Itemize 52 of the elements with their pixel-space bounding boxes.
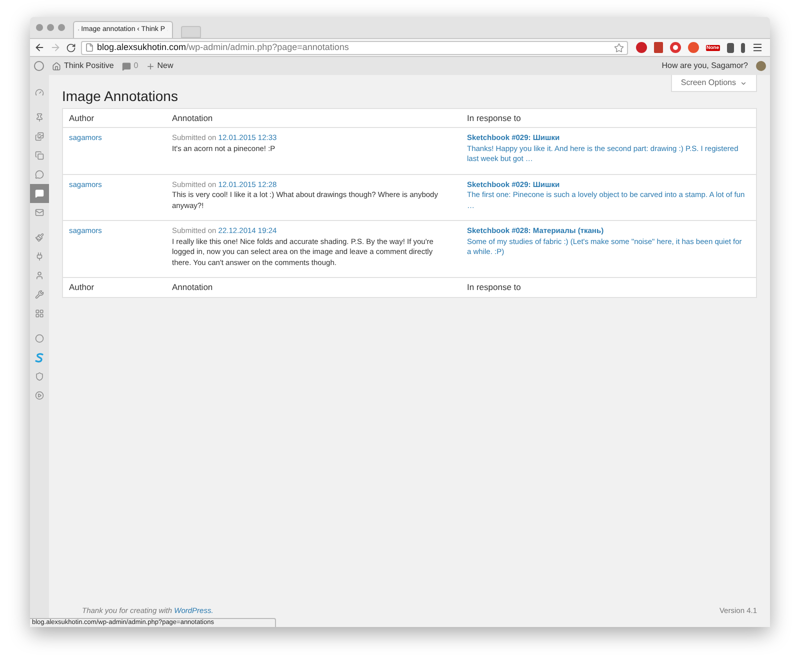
circle-icon bbox=[35, 334, 44, 343]
close-window-icon[interactable] bbox=[36, 24, 43, 31]
puzzle-extension-icon[interactable] bbox=[727, 42, 734, 52]
home-icon bbox=[52, 62, 61, 70]
greeting-link[interactable]: How are you, Sagamor? bbox=[662, 60, 748, 72]
grid-icon bbox=[35, 309, 44, 318]
column-header[interactable]: Annotation bbox=[163, 112, 458, 124]
s-logo-icon bbox=[35, 352, 44, 362]
note-extension-icon[interactable] bbox=[741, 42, 745, 52]
comments-link[interactable]: 0 bbox=[122, 60, 138, 72]
site-link[interactable]: Think Positive bbox=[52, 60, 114, 72]
brush-icon bbox=[35, 233, 44, 242]
column-header[interactable]: Author bbox=[63, 112, 163, 124]
sidebar-item[interactable] bbox=[30, 184, 49, 203]
wordpress-logo-icon[interactable] bbox=[34, 61, 44, 71]
new-link[interactable]: New bbox=[146, 60, 174, 72]
book-extension-icon[interactable] bbox=[654, 42, 662, 53]
page-icon bbox=[85, 43, 94, 52]
comment-icon bbox=[35, 170, 44, 179]
column-header[interactable]: In response to bbox=[458, 282, 756, 293]
plus-icon bbox=[146, 62, 156, 70]
screen-options-button[interactable]: Screen Options bbox=[670, 75, 757, 92]
ring-extension-icon[interactable] bbox=[670, 42, 680, 53]
column-header[interactable]: In response to bbox=[458, 112, 756, 124]
shield-icon bbox=[35, 372, 44, 381]
address-field[interactable]: blog.alexsukhotin.com/wp-admin/admin.php?page=annotations bbox=[81, 40, 628, 54]
comment-bubble-icon bbox=[122, 62, 131, 70]
avatar-icon[interactable] bbox=[756, 61, 766, 71]
pages-icon bbox=[35, 151, 44, 160]
column-header[interactable]: Author bbox=[63, 282, 163, 293]
pin-extension-icon[interactable] bbox=[636, 42, 646, 53]
bookmark-star-icon[interactable] bbox=[614, 42, 624, 52]
user-icon bbox=[35, 271, 44, 280]
menu-icon[interactable] bbox=[752, 42, 763, 53]
back-icon[interactable] bbox=[34, 42, 45, 53]
page-title: Image Annotations bbox=[62, 87, 179, 105]
reload-icon[interactable] bbox=[66, 42, 76, 52]
dashboard-icon bbox=[35, 88, 44, 97]
mail-icon bbox=[35, 208, 44, 217]
column-header[interactable]: Annotation bbox=[163, 282, 458, 293]
pin-icon bbox=[35, 113, 44, 122]
url-text: blog.alexsukhotin.com/wp-admin/admin.php?page=annotations bbox=[97, 40, 349, 54]
wrench-icon bbox=[35, 290, 44, 299]
play-icon bbox=[35, 391, 44, 400]
plug-icon bbox=[35, 252, 44, 261]
zoom-window-icon[interactable] bbox=[58, 24, 65, 31]
block-extension-icon[interactable] bbox=[688, 42, 698, 53]
caret-icon bbox=[740, 80, 747, 86]
minimize-window-icon[interactable] bbox=[47, 24, 54, 31]
forward-icon[interactable] bbox=[50, 42, 61, 53]
media-icon bbox=[35, 132, 44, 141]
annotation-icon bbox=[35, 189, 44, 198]
